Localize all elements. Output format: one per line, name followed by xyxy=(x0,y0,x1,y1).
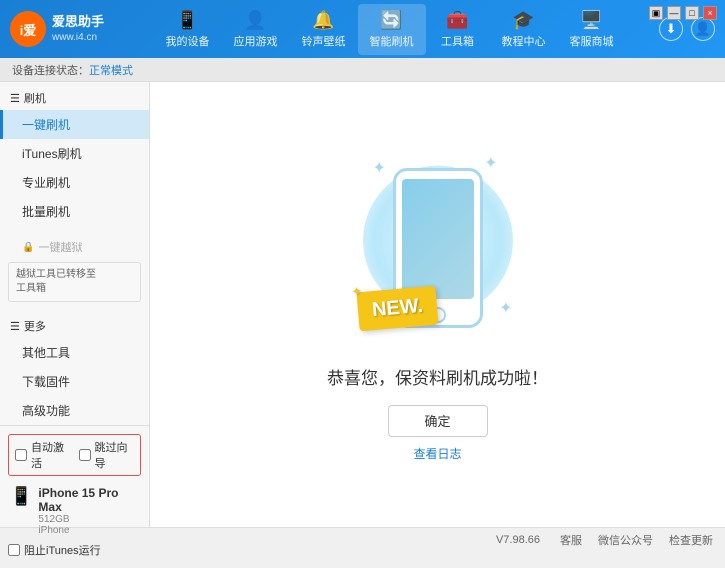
sidebar-item-other-tools[interactable]: 其他工具 xyxy=(0,338,149,367)
itunes-label: 阻止iTunes运行 xyxy=(24,542,101,558)
itunes-checkbox[interactable] xyxy=(8,544,20,556)
toolbox-icon: 🧰 xyxy=(446,10,468,31)
lock-icon: 🔒 xyxy=(22,242,34,253)
download-button[interactable]: ⬇ xyxy=(659,17,683,41)
footer-item-check-update[interactable]: 检查更新 xyxy=(669,532,713,548)
sidebar-item-download-firmware[interactable]: 下载固件 xyxy=(0,367,149,396)
nav-ringtones[interactable]: 🔔 铃声壁纸 xyxy=(290,4,358,55)
nav-smart-flash[interactable]: 🔄 智能刷机 xyxy=(358,4,426,55)
device-icon: 📱 xyxy=(176,10,198,31)
device-storage: 512GB xyxy=(38,514,139,525)
main-layout: ☰ 刷机 一键刷机 iTunes刷机 专业刷机 批量刷机 🔒 一键越狱 越狱工具… xyxy=(0,82,725,527)
service-icon: 🖥️ xyxy=(580,10,602,31)
sparkle-3: ✦ xyxy=(499,298,512,318)
more-section-label: ☰ 更多 xyxy=(0,312,149,338)
footer-item-wechat[interactable]: 微信公众号 xyxy=(598,532,653,548)
breadcrumb: 设备连接状态： 正常模式 xyxy=(0,58,725,82)
close-button[interactable]: × xyxy=(703,6,717,20)
sparkle-1: ✦ xyxy=(373,158,386,178)
nav-items: 📱 我的设备 👤 应用游戏 🔔 铃声壁纸 🔄 智能刷机 🧰 工具箱 🎓 xyxy=(120,4,659,55)
guide-activate-label: 跳过向导 xyxy=(95,439,135,471)
footer-items: 客服 微信公众号 检查更新 xyxy=(560,532,713,548)
user-button[interactable]: 👤 xyxy=(691,17,715,41)
sidebar-item-pro-flash[interactable]: 专业刷机 xyxy=(0,168,149,197)
sidebar-item-advanced[interactable]: 高级功能 xyxy=(0,396,149,425)
auto-activate-checkbox[interactable] xyxy=(15,449,27,461)
nav-apps-games[interactable]: 👤 应用游戏 xyxy=(222,4,290,55)
logo-area: i爱 爱思助手 www.i4.cn xyxy=(10,11,120,47)
restore-button[interactable]: □ xyxy=(685,6,699,20)
main-content: ✦ ✦ ✦ NEW. 恭喜您，保资料刷机成功啦！ 确定 查看日志 xyxy=(150,82,725,527)
sparkle-2: ✦ xyxy=(484,153,497,173)
phone-illustration: ✦ ✦ ✦ NEW. xyxy=(348,148,528,348)
device-details: iPhone 15 Pro Max 512GB iPhone xyxy=(38,486,139,536)
device-name: iPhone 15 Pro Max xyxy=(38,486,139,514)
apps-icon: 👤 xyxy=(244,10,266,31)
itunes-row: 阻止iTunes运行 xyxy=(8,540,141,560)
minimize-button[interactable]: — xyxy=(667,6,681,20)
phone-screen xyxy=(402,179,474,299)
window-controls: ▣ — □ × xyxy=(649,6,717,20)
sidebar-item-jailbreak: 🔒 一键越狱 xyxy=(0,234,149,260)
auto-activate-row: 自动激活 跳过向导 xyxy=(8,434,141,476)
tutorial-icon: 🎓 xyxy=(512,10,534,31)
confirm-button[interactable]: 确定 xyxy=(388,405,488,437)
wifi-icon: ▣ xyxy=(649,6,663,20)
breadcrumb-status[interactable]: 正常模式 xyxy=(89,62,133,78)
menu-icon: ☰ xyxy=(10,92,20,105)
nav-service[interactable]: 🖥️ 客服商城 xyxy=(558,4,626,55)
success-message: 恭喜您，保资料刷机成功啦！ xyxy=(327,364,548,389)
device-info: 📱 iPhone 15 Pro Max 512GB iPhone xyxy=(8,482,141,540)
guide-activate-checkbox[interactable] xyxy=(79,449,91,461)
nav-tutorial[interactable]: 🎓 教程中心 xyxy=(490,4,558,55)
more-menu-icon: ☰ xyxy=(10,320,20,333)
logo-icon: i爱 xyxy=(10,11,46,47)
sidebar-item-batch-flash[interactable]: 批量刷机 xyxy=(0,197,149,226)
sidebar: ☰ 刷机 一键刷机 iTunes刷机 专业刷机 批量刷机 🔒 一键越狱 越狱工具… xyxy=(0,82,150,527)
sidebar-item-itunes-flash[interactable]: iTunes刷机 xyxy=(0,139,149,168)
nav-my-device[interactable]: 📱 我的设备 xyxy=(154,4,222,55)
view-log-link[interactable]: 查看日志 xyxy=(413,445,461,462)
new-banner: NEW. xyxy=(356,285,438,331)
header: i爱 爱思助手 www.i4.cn 📱 我的设备 👤 应用游戏 🔔 铃声壁纸 🔄 xyxy=(0,0,725,58)
version-label: V7.98.66 xyxy=(496,534,540,546)
ringtone-icon: 🔔 xyxy=(312,10,334,31)
footer-item-service[interactable]: 客服 xyxy=(560,532,582,548)
device-phone-icon: 📱 xyxy=(10,486,32,507)
sidebar-item-one-click-flash[interactable]: 一键刷机 xyxy=(0,110,149,139)
logo-text: 爱思助手 www.i4.cn xyxy=(52,14,104,44)
content-area: ✦ ✦ ✦ NEW. 恭喜您，保资料刷机成功啦！ 确定 查看日志 xyxy=(150,82,725,527)
auto-activate-label: 自动激活 xyxy=(31,439,71,471)
header-right: ⬇ 👤 xyxy=(659,17,715,41)
sidebar-bottom: 自动激活 跳过向导 📱 iPhone 15 Pro Max 512GB iPho… xyxy=(0,425,149,568)
warning-box: 越狱工具已转移至 工具箱 xyxy=(8,262,141,302)
flash-section-label: ☰ 刷机 xyxy=(0,82,149,110)
nav-toolbox[interactable]: 🧰 工具箱 xyxy=(426,4,490,55)
flash-icon: 🔄 xyxy=(380,10,402,31)
